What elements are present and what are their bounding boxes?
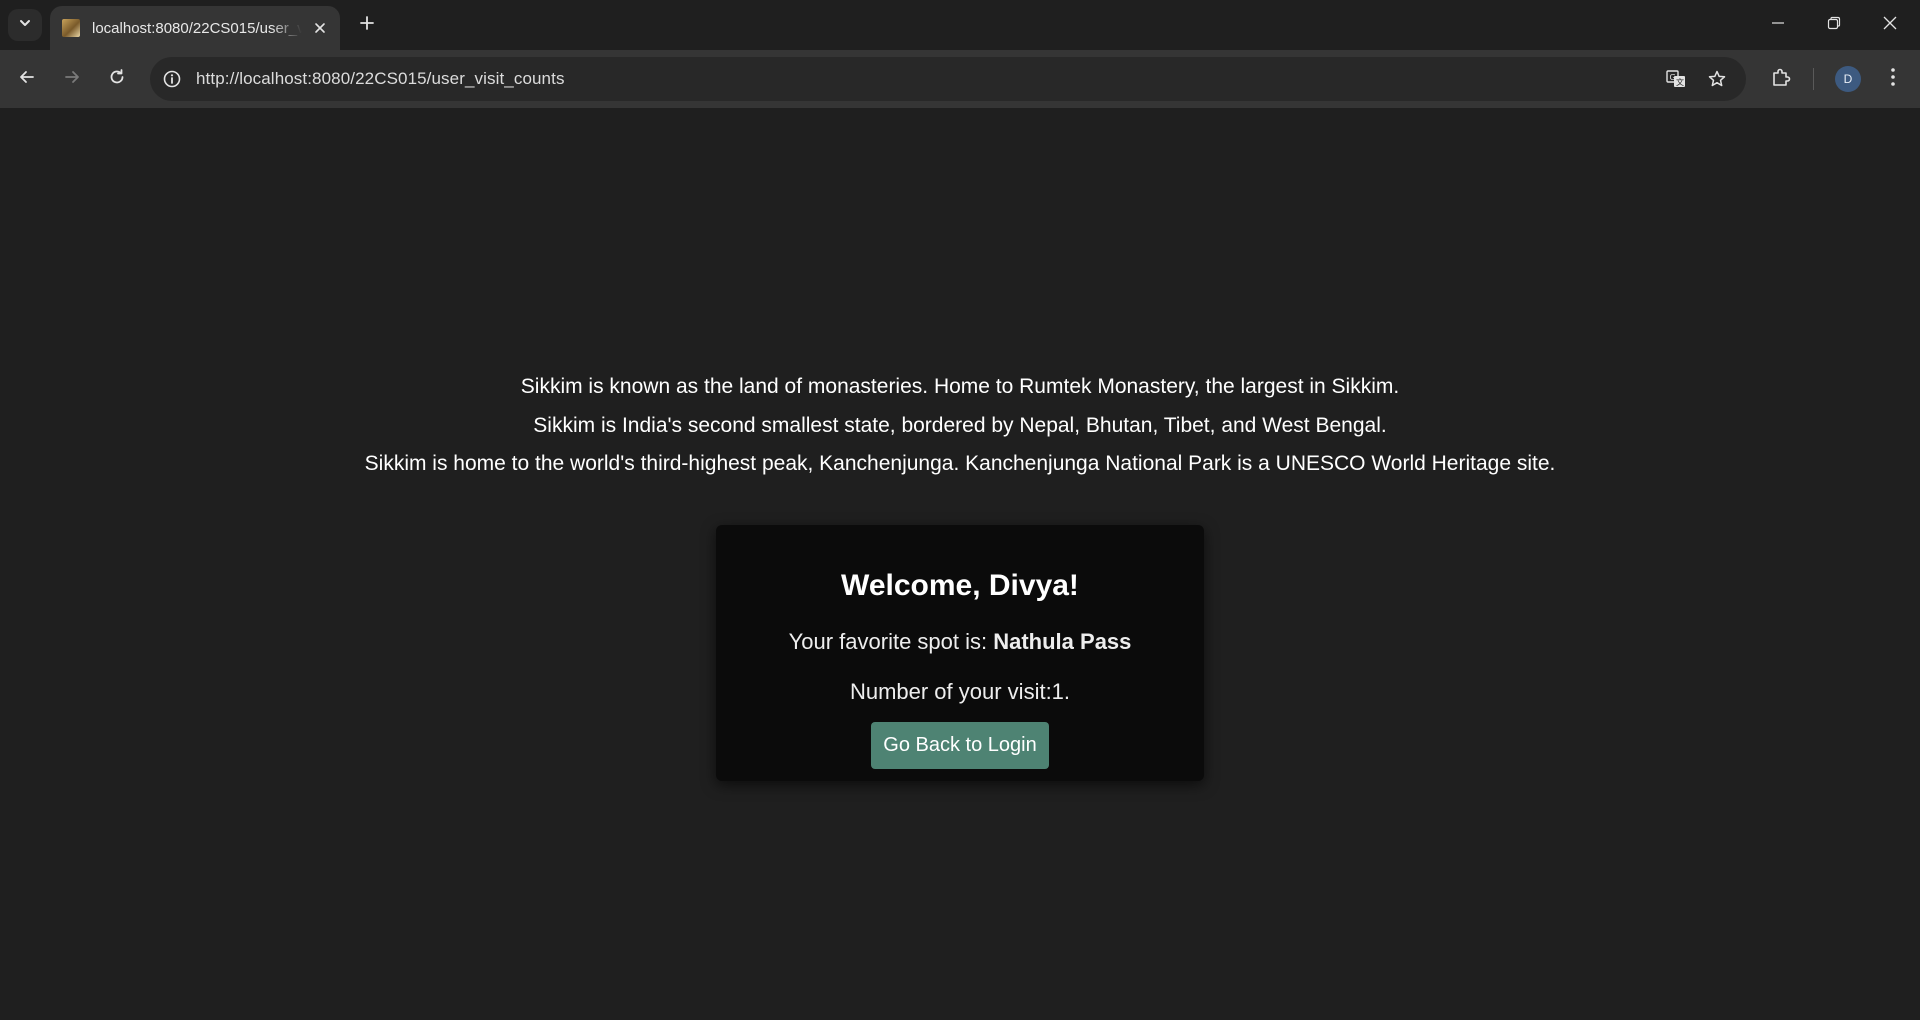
facts-section: Sikkim is known as the land of monasteri… <box>0 368 1920 484</box>
site-info-icon[interactable] <box>158 65 186 93</box>
more-vertical-icon <box>1890 67 1896 92</box>
forward-button[interactable] <box>55 62 89 96</box>
tab-strip: localhost:8080/22CS015/user_visit_counts <box>0 0 1920 50</box>
fact-line: Sikkim is known as the land of monasteri… <box>520 375 1400 398</box>
menu-button[interactable] <box>1876 62 1910 96</box>
extensions-button[interactable] <box>1764 62 1798 96</box>
tab-search-button[interactable] <box>8 9 42 41</box>
window-close-button[interactable] <box>1862 0 1918 50</box>
profile-avatar[interactable]: D <box>1835 66 1861 92</box>
welcome-heading: Welcome, Divya! <box>841 569 1079 602</box>
tab-title: localhost:8080/22CS015/user_visit_counts <box>92 19 302 37</box>
back-to-login-button[interactable]: Go Back to Login <box>871 722 1049 769</box>
arrow-left-icon <box>18 68 36 91</box>
toolbar-divider <box>1813 68 1814 90</box>
close-icon[interactable] <box>310 18 330 38</box>
address-bar[interactable]: http://localhost:8080/22CS015/user_visit… <box>150 57 1746 101</box>
visit-count-text: Number of your visit:1. <box>849 679 1071 704</box>
browser-toolbar: http://localhost:8080/22CS015/user_visit… <box>0 50 1920 108</box>
url-text[interactable]: http://localhost:8080/22CS015/user_visit… <box>196 69 565 89</box>
favorite-spot-value: Nathula Pass <box>993 629 1132 654</box>
fact-line: Sikkim is home to the world's third-high… <box>364 452 1556 475</box>
translate-icon[interactable]: G文 <box>1662 65 1690 93</box>
reload-icon <box>108 68 126 91</box>
restore-button[interactable] <box>1806 0 1862 50</box>
svg-text:文: 文 <box>1676 77 1684 87</box>
restore-icon <box>1827 16 1841 35</box>
reload-button[interactable] <box>100 62 134 96</box>
close-icon <box>1883 16 1897 35</box>
favorite-spot-label: Your favorite spot is: <box>788 629 994 654</box>
plus-icon <box>359 15 375 36</box>
puzzle-icon <box>1770 66 1792 93</box>
fact-line: Sikkim is India's second smallest state,… <box>533 413 1387 437</box>
arrow-right-icon <box>63 68 81 91</box>
new-tab-button[interactable] <box>352 10 382 40</box>
back-button[interactable] <box>10 62 44 96</box>
minimize-button[interactable] <box>1750 0 1806 50</box>
page-content: Sikkim is known as the land of monasteri… <box>0 108 1920 1020</box>
favicon-icon <box>62 19 80 37</box>
minimize-icon <box>1771 16 1785 35</box>
bookmark-star-icon[interactable] <box>1703 65 1731 93</box>
chevron-down-icon <box>18 16 32 35</box>
welcome-card: Welcome, Divya! Your favorite spot is: N… <box>716 525 1204 781</box>
tab-active[interactable]: localhost:8080/22CS015/user_visit_counts <box>50 6 340 50</box>
favorite-spot-text: Your favorite spot is: Nathula Pass <box>716 629 1204 655</box>
